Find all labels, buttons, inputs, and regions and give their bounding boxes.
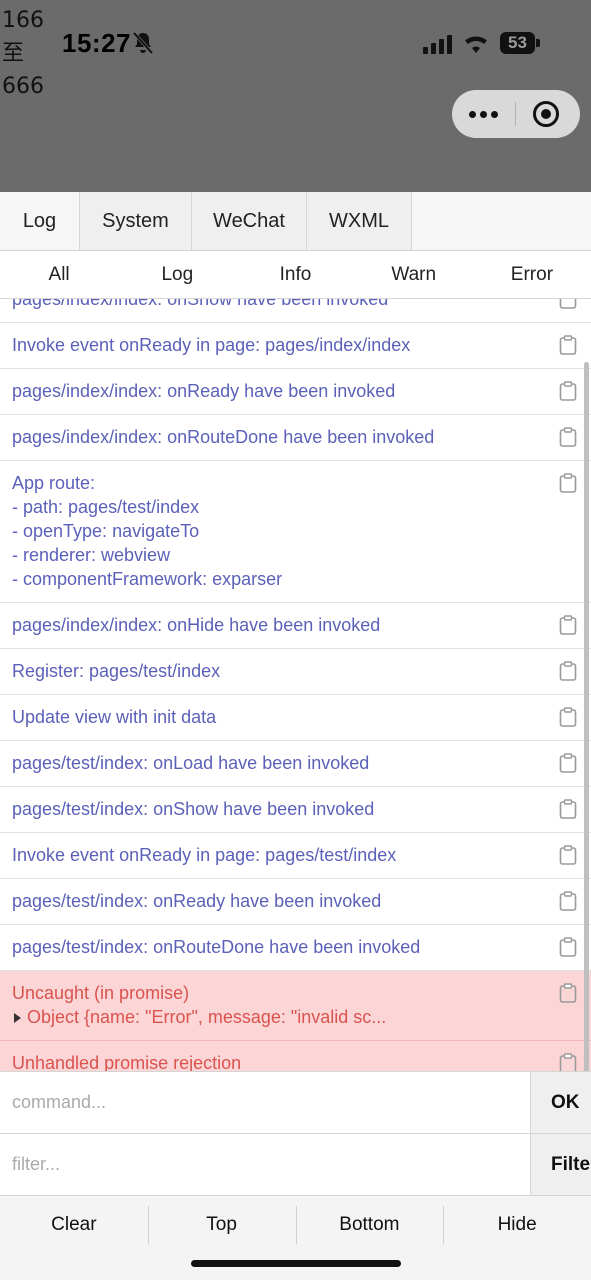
clipboard-icon[interactable]: [559, 983, 577, 1003]
log-entry-text: pages/test/index: onRouteDone have been …: [12, 937, 421, 957]
clipboard-icon[interactable]: [559, 891, 577, 911]
cellular-signal-icon: [423, 35, 452, 54]
clipboard-icon[interactable]: [559, 661, 577, 681]
tab-log[interactable]: Log: [0, 192, 80, 250]
log-entry-text: pages/index/index: onHide have been invo…: [12, 615, 381, 635]
log-entry-text: Unhandled promise rejection: [12, 1053, 242, 1071]
log-entry-text: App route: - path: pages/test/index - op…: [12, 473, 283, 589]
tab-wechat[interactable]: WeChat: [192, 192, 307, 250]
tab-system[interactable]: System: [80, 192, 192, 250]
ok-button[interactable]: OK: [530, 1072, 591, 1133]
command-row: OK: [0, 1071, 591, 1133]
error-log-entry[interactable]: Uncaught (in promise) Object {name: "Erro…: [0, 971, 591, 1041]
filter-row: Filter: [0, 1133, 591, 1195]
clipboard-icon[interactable]: [559, 753, 577, 773]
log-entry-text: Register: pages/test/index: [12, 661, 221, 681]
error-log-entry[interactable]: Unhandled promise rejectionextends {errn…: [0, 1041, 591, 1071]
tab-wxml[interactable]: WXML: [307, 192, 412, 250]
battery-level: 53: [508, 33, 527, 52]
filter-button[interactable]: Filter: [530, 1134, 591, 1195]
filter-all[interactable]: All: [0, 251, 118, 298]
log-entries: pages/index/index: onShow have been invo…: [0, 299, 591, 1071]
log-entry[interactable]: App route: - path: pages/test/index - op…: [0, 461, 591, 603]
log-entry-text: Uncaught (in promise): [12, 983, 190, 1003]
console-tabs: Log System WeChat WXML: [0, 192, 591, 251]
watermark-line: 666: [2, 74, 44, 99]
log-entry[interactable]: pages/test/index: onLoad have been invok…: [0, 741, 591, 787]
expand-triangle-icon[interactable]: [14, 1012, 21, 1023]
log-entry-text: pages/test/index: onLoad have been invok…: [12, 753, 370, 773]
log-entry-text: pages/test/index: onReady have been invo…: [12, 891, 382, 911]
battery-indicator: 53: [500, 32, 540, 54]
log-entry[interactable]: pages/test/index: onShow have been invok…: [0, 787, 591, 833]
log-entry-text: Invoke event onReady in page: pages/inde…: [12, 335, 411, 355]
log-entry-text: pages/index/index: onRouteDone have been…: [12, 427, 435, 447]
filter-log[interactable]: Log: [118, 251, 236, 298]
hide-button[interactable]: Hide: [443, 1196, 591, 1254]
log-entry[interactable]: Register: pages/test/index: [0, 649, 591, 695]
log-entry-text: Invoke event onReady in page: pages/test…: [12, 845, 397, 865]
filter-error[interactable]: Error: [473, 251, 591, 298]
log-entry[interactable]: pages/test/index: onReady have been invo…: [0, 879, 591, 925]
log-entry[interactable]: Invoke event onReady in page: pages/test…: [0, 833, 591, 879]
log-entry[interactable]: Invoke event onReady in page: pages/inde…: [0, 323, 591, 369]
clipboard-icon[interactable]: [559, 845, 577, 865]
close-target-icon[interactable]: [533, 101, 559, 127]
clipboard-icon[interactable]: [559, 335, 577, 355]
clipboard-icon[interactable]: [559, 707, 577, 727]
watermark-line: 至: [2, 41, 25, 66]
clipboard-icon[interactable]: [559, 799, 577, 819]
log-entry[interactable]: pages/test/index: onRouteDone have been …: [0, 925, 591, 971]
clipboard-icon[interactable]: [559, 381, 577, 401]
clipboard-icon[interactable]: [559, 473, 577, 493]
clipboard-icon[interactable]: [559, 427, 577, 447]
log-entry[interactable]: pages/index/index: onHide have been invo…: [0, 603, 591, 649]
more-icon[interactable]: [452, 90, 515, 138]
clear-button[interactable]: Clear: [0, 1196, 148, 1254]
log-entry-text: pages/test/index: onShow have been invok…: [12, 799, 375, 819]
wifi-icon: [465, 36, 487, 53]
capsule-divider: [515, 102, 516, 126]
log-list[interactable]: pages/index/index: onShow have been invo…: [0, 299, 591, 1071]
mute-bell-icon: [132, 31, 154, 55]
home-indicator: [191, 1260, 401, 1267]
command-input[interactable]: [0, 1072, 530, 1133]
level-filters: All Log Info Warn Error: [0, 251, 591, 299]
clipboard-icon[interactable]: [559, 937, 577, 957]
log-entry[interactable]: pages/index/index: onReady have been inv…: [0, 369, 591, 415]
battery-nub: [536, 39, 540, 47]
log-entry-detail[interactable]: Object {name: "Error", message: "invalid…: [12, 1005, 551, 1029]
log-entry[interactable]: pages/index/index: onRouteDone have been…: [0, 415, 591, 461]
filter-warn[interactable]: Warn: [355, 251, 473, 298]
log-entry-detail-text: Object {name: "Error", message: "invalid…: [27, 1007, 387, 1027]
top-button[interactable]: Top: [147, 1196, 296, 1254]
status-area: 166 至 666 15:27 53: [0, 0, 591, 192]
log-entry-text: pages/index/index: onShow have been invo…: [12, 299, 389, 309]
miniprogram-capsule: [452, 90, 580, 138]
log-entry-text: Update view with init data: [12, 707, 217, 727]
status-time: 15:27: [62, 28, 131, 58]
log-entry[interactable]: pages/index/index: onShow have been invo…: [0, 299, 591, 323]
watermark-line: 166: [2, 8, 44, 33]
bottom-button[interactable]: Bottom: [295, 1196, 444, 1254]
watermark: 166 至 666: [2, 4, 44, 103]
filter-info[interactable]: Info: [236, 251, 354, 298]
log-entry-text: pages/index/index: onReady have been inv…: [12, 381, 396, 401]
scrollbar[interactable]: [584, 362, 589, 1192]
clipboard-icon[interactable]: [559, 615, 577, 635]
bottom-toolbar: Clear Top Bottom Hide: [0, 1195, 591, 1280]
filter-input[interactable]: [0, 1134, 530, 1195]
clipboard-icon[interactable]: [559, 299, 577, 309]
clipboard-icon[interactable]: [559, 1053, 577, 1071]
log-entry[interactable]: Update view with init data: [0, 695, 591, 741]
